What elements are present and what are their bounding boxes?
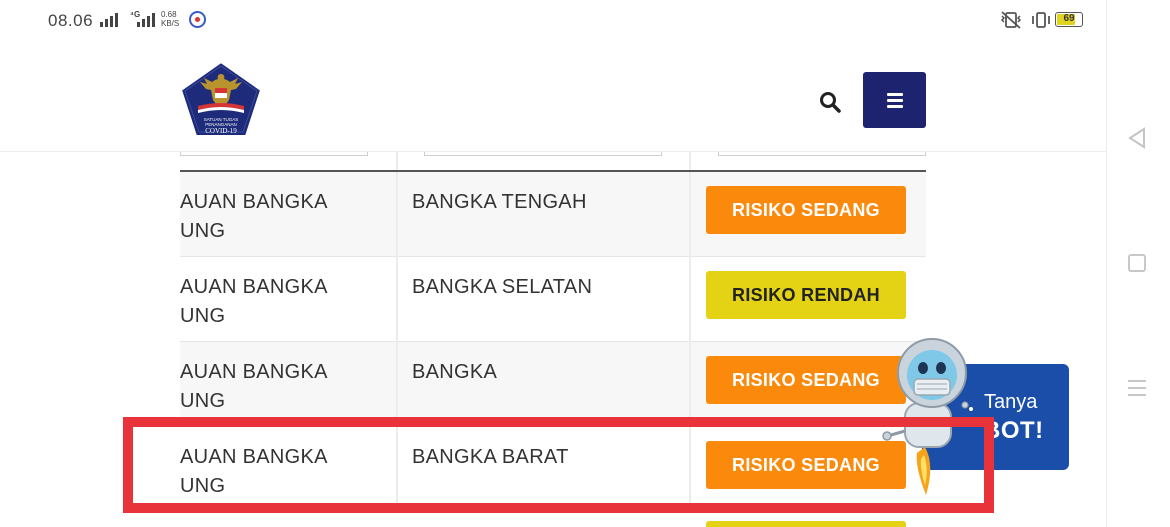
signal-icon [100,12,118,27]
risk-badge: RISIKO RENDAH [706,271,906,319]
province-line-1: AUAN BANGKA [180,446,328,468]
column-divider [396,172,398,257]
province-line-1: AUAN BANGKA [180,361,328,383]
province-line-1: AUAN BANGKA [180,276,328,298]
menu-button[interactable] [863,72,926,128]
filter-row [180,152,926,172]
site-header [0,40,1106,152]
province-line-2: UNG [180,305,226,327]
risk-badge: RISIKO SEDANG [706,441,906,489]
province-line-2: UNG [180,390,226,412]
battery-icon: 69 [1055,12,1083,27]
logo-text-3: COVID-19 [205,127,237,135]
kabupaten-cell: BANGKA [412,361,498,383]
signal-icon-2 [137,12,155,27]
province-line-1: AUAN BANGKA [180,191,328,213]
column-divider [689,342,691,427]
column-divider [689,172,691,257]
net-speed: 0.68 KB/S [161,10,179,28]
province-line-2: UNG [180,220,226,242]
kabupaten-filter-input[interactable] [424,152,662,156]
risk-badge: RISIKO SEDANG [706,356,906,404]
status-bar: 08.06 ⁴G 0.68 KB/S 69 [0,0,1106,40]
vibrate-mute-icon [1000,11,1022,29]
province-cell: AUAN BANGKA UNG [180,443,380,501]
battery-level: 69 [1063,13,1075,24]
kabupaten-cell: BANGKA TENGAH [412,191,587,213]
chatbot-widget[interactable]: Tanya BOT! [877,335,1072,500]
net-speed-value: 0.68 [161,10,177,19]
vibrate-icon [1032,12,1050,28]
table-row: AUAN BANGKA UNG BANGKA BARAT RISIKO SEDA… [180,427,926,512]
partial-risk-badge [706,521,906,527]
risk-badge: RISIKO SEDANG [706,186,906,234]
chatbot-label-tanya: Tanya [984,391,1038,413]
garuda-covid19-logo-icon[interactable]: SATUAN TUGAS PENANGANAN COVID-19 [178,60,264,140]
status-time: 08.06 [48,11,94,30]
robot-mascot-icon [882,338,973,495]
recents-icon[interactable] [1128,380,1146,401]
notification-app-icon [189,11,206,28]
table-row: AUAN BANGKA UNG BANGKA TENGAH RISIKO SED… [180,172,926,257]
province-line-2: UNG [180,475,226,497]
table-row: AUAN BANGKA UNG BANGKA RISIKO SEDANG [180,342,926,427]
search-icon[interactable] [816,88,844,116]
column-divider [396,342,398,427]
kabupaten-cell: BANGKA BARAT [412,446,569,468]
province-cell: AUAN BANGKA UNG [180,358,380,416]
chatbot-label-bot: BOT! [983,417,1044,444]
province-filter-input[interactable] [180,152,368,156]
column-divider [689,152,691,170]
province-cell: AUAN BANGKA UNG [180,188,380,246]
risk-filter-input[interactable] [718,152,926,156]
column-divider [396,257,398,342]
table-row: AUAN BANGKA UNG BANGKA SELATAN RISIKO RE… [180,257,926,342]
column-divider [396,427,398,512]
column-divider [689,257,691,342]
home-icon[interactable] [1128,254,1146,272]
column-divider [396,152,398,170]
screen: 08.06 ⁴G 0.68 KB/S 69 SATUAN TUGAS PENAN… [0,0,1170,527]
back-icon[interactable] [1126,126,1148,150]
net-speed-unit: KB/S [161,19,180,28]
risk-table: AUAN BANGKA UNG BANGKA TENGAH RISIKO SED… [180,152,926,527]
kabupaten-cell: BANGKA SELATAN [412,276,593,298]
province-cell: AUAN BANGKA UNG [180,273,380,331]
column-divider [689,427,691,512]
